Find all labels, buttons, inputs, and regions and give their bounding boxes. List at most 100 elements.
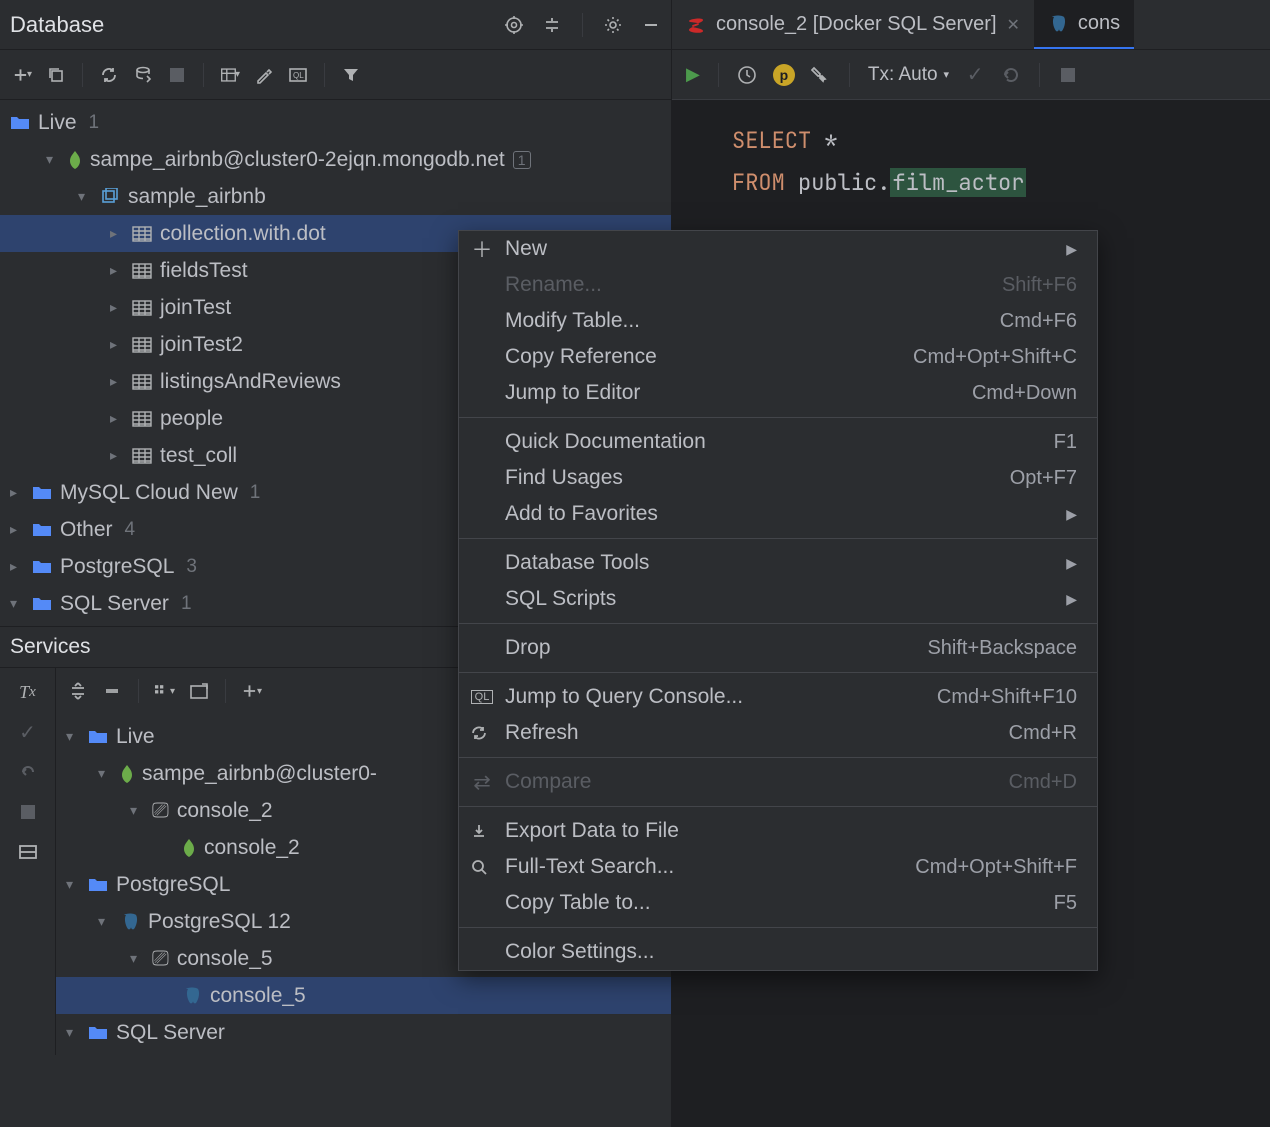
tree-count: 3 [186,556,197,578]
check-icon[interactable]: ✓ [18,722,38,742]
layout-icon[interactable] [18,842,38,862]
undo-icon[interactable] [18,762,38,782]
stop-icon[interactable] [18,802,38,822]
tree-label: sampe_airbnb@cluster0-2ejqn.mongodb.net [90,148,505,172]
menu-color-settings[interactable]: Color Settings... [459,934,1097,970]
schema-icon [100,188,120,206]
refresh-icon[interactable] [99,65,119,85]
chevron-right-icon: ▸ [110,373,124,390]
database-panel-header: Database [0,0,671,50]
add-icon[interactable]: ▾ [242,681,262,701]
stop-icon[interactable] [1058,65,1078,85]
tree-label: console_2 [204,836,300,860]
menu-copy-table[interactable]: Copy Table to... F5 [459,885,1097,921]
filter-icon[interactable] [341,65,361,85]
refresh-icon [471,725,493,741]
editor-tab-bar: console_2 [Docker SQL Server] ✕ cons [672,0,1270,50]
menu-export-data[interactable]: Export Data to File [459,813,1097,849]
menu-label: Modify Table... [505,309,640,333]
menu-separator [459,927,1097,928]
tree-label: Live [38,111,77,135]
rollback-icon[interactable] [1001,65,1021,85]
menu-modify-table[interactable]: Modify Table... Cmd+F6 [459,303,1097,339]
menu-label: Export Data to File [505,819,679,843]
postgresql-icon [120,912,140,932]
wrench-icon[interactable] [811,65,831,85]
editor-tab[interactable]: cons [1034,0,1134,49]
tree-label: joinTest [160,296,231,320]
sql-editor[interactable]: SELECT * FROM public.film_actor [672,100,1270,224]
chevron-right-icon: ▸ [10,521,24,538]
menu-jump-to-console[interactable]: QL Jump to Query Console... Cmd+Shift+F1… [459,679,1097,715]
compare-icon: ⇄ [471,770,493,795]
sync-icon[interactable] [133,65,153,85]
tree-folder-live[interactable]: Live 1 [0,104,671,141]
separator [138,679,139,703]
chevron-right-icon: ▸ [110,225,124,242]
menu-new[interactable]: ＋ New ▶ [459,231,1097,267]
folder-icon [32,522,52,538]
editor-tab[interactable]: console_2 [Docker SQL Server] ✕ [672,0,1034,49]
menu-add-favorites[interactable]: Add to Favorites ▶ [459,496,1097,532]
folder-icon [88,729,108,745]
services-gutter: Tx ✓ [0,668,56,1055]
menu-database-tools[interactable]: Database Tools ▶ [459,545,1097,581]
history-icon[interactable] [737,65,757,85]
chevron-down-icon: ▾ [10,595,24,612]
table-view-icon[interactable]: ▾ [220,65,240,85]
tx-icon[interactable]: Tx [18,682,38,702]
menu-shortcut: Cmd+R [1009,722,1077,745]
minimize-icon[interactable] [641,15,661,35]
collapse-all-icon[interactable] [102,681,122,701]
svg-text:QL: QL [293,71,304,80]
menu-separator [459,672,1097,673]
tree-label: PostgreSQL [60,555,174,579]
search-icon [471,859,493,875]
menu-separator [459,806,1097,807]
group-icon[interactable]: ▾ [155,681,175,701]
menu-refresh[interactable]: Refresh Cmd+R [459,715,1097,751]
commit-icon[interactable]: ✓ [965,65,985,85]
expand-all-icon[interactable] [68,681,88,701]
stop-icon[interactable] [167,65,187,85]
menu-find-usages[interactable]: Find Usages Opt+F7 [459,460,1097,496]
chevron-right-icon: ▸ [10,558,24,575]
run-icon[interactable]: ▶ [686,64,700,85]
menu-label: Copy Table to... [505,891,651,915]
chevron-right-icon: ▸ [10,484,24,501]
folder-icon [88,877,108,893]
tree-label: listingsAndReviews [160,370,341,394]
menu-quick-doc[interactable]: Quick Documentation F1 [459,424,1097,460]
menu-separator [459,757,1097,758]
chevron-right-icon: ▶ [1066,555,1077,572]
tree-label: fieldsTest [160,259,248,283]
tree-connection[interactable]: ▾ sampe_airbnb@cluster0-2ejqn.mongodb.ne… [0,141,671,178]
menu-sql-scripts[interactable]: SQL Scripts ▶ [459,581,1097,617]
chevron-down-icon: ▾ [66,728,80,745]
menu-fulltext-search[interactable]: Full-Text Search... Cmd+Opt+Shift+F [459,849,1097,885]
menu-drop[interactable]: Drop Shift+Backspace [459,630,1097,666]
services-panel-title: Services [10,635,91,659]
tx-mode-dropdown[interactable]: Tx: Auto▾ [868,64,949,86]
tree-label: console_5 [210,984,306,1008]
menu-label: Database Tools [505,551,649,575]
add-icon[interactable]: ▾ [12,65,32,85]
tree-database[interactable]: ▾ sample_airbnb [0,178,671,215]
edit-icon[interactable] [254,65,274,85]
postgresql-icon [182,986,202,1006]
menu-copy-reference[interactable]: Copy Reference Cmd+Opt+Shift+C [459,339,1097,375]
copy-icon[interactable] [46,65,66,85]
close-icon[interactable]: ✕ [1007,15,1020,35]
gear-icon[interactable] [603,15,623,35]
chevron-down-icon: ▾ [130,802,144,819]
target-icon[interactable] [504,15,524,35]
console-icon: ⎚ [152,947,169,971]
open-tab-icon[interactable] [189,681,209,701]
console-icon[interactable]: QL [288,65,308,85]
collapse-all-icon[interactable] [542,15,562,35]
services-folder-sqlserver[interactable]: ▾ SQL Server [56,1014,671,1051]
tree-label: sample_airbnb [128,185,266,209]
explain-icon[interactable]: p [773,64,795,86]
services-console[interactable]: console_5 [56,977,671,1014]
menu-jump-to-editor[interactable]: Jump to Editor Cmd+Down [459,375,1097,411]
